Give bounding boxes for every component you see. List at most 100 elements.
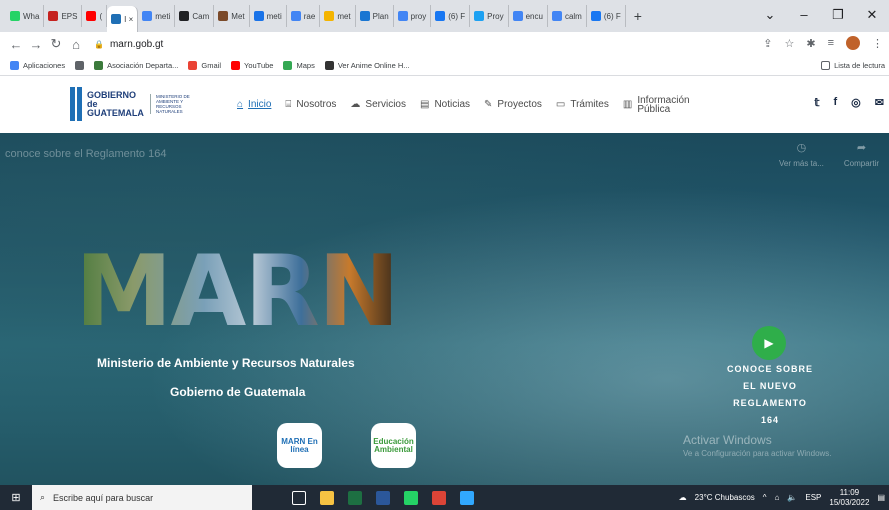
weather-icon[interactable]: ☁	[679, 493, 687, 502]
cta-line: REGLAMENTO	[733, 398, 807, 408]
tab-favicon-icon	[142, 11, 153, 21]
nav-item-trámites[interactable]: ▭ Trámites	[556, 99, 609, 110]
maximize-button[interactable]: ❐	[821, 0, 855, 32]
twitter-icon[interactable]: 𝕥	[814, 96, 819, 109]
bookmark-item[interactable]: YouTube	[231, 61, 273, 70]
watch-later-button[interactable]: ◷ Ver más ta...	[779, 141, 824, 168]
tab-favicon-icon	[359, 11, 370, 21]
browser-tab[interactable]: proy	[394, 5, 432, 27]
site-header: GOBIERNO de GUATEMALA MINISTERIO DE AMBI…	[0, 76, 889, 133]
reglamento-cta[interactable]: CONOCE SOBRE EL NUEVO REGLAMENTO 164	[725, 361, 815, 429]
close-window-button[interactable]: ✕	[855, 0, 889, 32]
share-icon[interactable]: ⇪	[763, 37, 772, 50]
browser-tab[interactable]: calm	[548, 5, 587, 27]
photoshop-icon[interactable]	[460, 490, 474, 505]
tab-label: Proy	[487, 11, 504, 21]
play-button[interactable]: ▶	[752, 326, 786, 360]
minimize-button[interactable]: –	[787, 0, 821, 32]
tray-chevron-icon[interactable]: ^	[763, 493, 767, 502]
star-icon[interactable]: ☆	[784, 37, 794, 50]
word-icon[interactable]	[376, 490, 390, 505]
reload-icon[interactable]: ↻	[46, 36, 66, 52]
bookmark-item[interactable]: Gmail	[188, 61, 221, 70]
back-icon[interactable]: ←	[6, 37, 26, 52]
chrome-icon[interactable]	[432, 490, 446, 505]
browser-tab[interactable]: Met	[214, 5, 250, 27]
browser-tab[interactable]: I ×	[107, 6, 139, 32]
tab-favicon-icon	[48, 11, 59, 21]
reading-list-button[interactable]: Lista de lectura	[821, 61, 885, 70]
browser-tab[interactable]: met	[320, 5, 356, 27]
browser-tab[interactable]: (	[82, 5, 108, 27]
browser-tab[interactable]: rae	[287, 5, 321, 27]
educacion-ambiental-badge[interactable]: Educación Ambiental	[371, 423, 416, 468]
play-icon: ▶	[764, 336, 774, 350]
mail-icon[interactable]: ✉	[875, 96, 884, 109]
nav-icon: ⌂	[237, 99, 244, 110]
window-controls: ⌄ – ❐ ✕	[753, 0, 889, 32]
browser-tab[interactable]: (6) F	[587, 5, 626, 27]
bookmark-icon	[94, 61, 104, 70]
tab-label: met	[337, 11, 351, 21]
weather-text[interactable]: 23°C Chubascos	[695, 493, 755, 502]
cta-line: CONOCE SOBRE	[726, 364, 813, 374]
browser-tab[interactable]: meti	[138, 5, 176, 27]
tab-search-icon[interactable]: ⌄	[753, 0, 787, 32]
tab-favicon-icon	[324, 11, 335, 21]
hero-video[interactable]: conoce sobre el Reglamento 164 ◷ Ver más…	[0, 133, 889, 485]
book-icon: ▥	[622, 99, 633, 110]
menu-icon[interactable]: ⋮	[872, 37, 883, 50]
nav-item-inicio[interactable]: ⌂ Inicio	[237, 99, 271, 110]
tab-favicon-icon	[111, 14, 122, 24]
nav-item-servicios[interactable]: ☁ Servicios	[350, 99, 406, 110]
browser-tab[interactable]: Cam	[175, 5, 215, 27]
share-video-button[interactable]: ➦ Compartir	[844, 141, 879, 168]
profile-avatar[interactable]	[846, 36, 860, 50]
reading-list-icon[interactable]: ≡	[828, 37, 834, 49]
home-icon[interactable]: ⌂	[66, 37, 86, 52]
bookmark-item[interactable]: Maps	[283, 61, 315, 70]
extensions-icon[interactable]: ✱	[806, 37, 815, 50]
task-view-icon[interactable]	[292, 490, 306, 505]
bookmark-label: Maps	[296, 61, 315, 70]
excel-icon[interactable]	[348, 490, 362, 505]
browser-tab[interactable]: EPS	[44, 5, 83, 27]
bookmark-item[interactable]: Aplicaciones	[10, 61, 65, 70]
clock[interactable]: 11:09 15/03/2022	[829, 488, 869, 508]
nav-item-nosotros[interactable]: ⌸ Nosotros	[285, 99, 336, 110]
tab-favicon-icon	[218, 11, 229, 21]
browser-tab[interactable]: meti	[250, 5, 287, 27]
bookmark-item[interactable]: Ver Anime Online H...	[324, 61, 410, 70]
activate-windows-title: Activar Windows	[683, 433, 772, 447]
nav-item-noticias[interactable]: ▤ Noticias	[420, 99, 470, 110]
video-title[interactable]: conoce sobre el Reglamento 164	[5, 148, 166, 160]
nav-icon: ▭	[555, 99, 566, 110]
url-field[interactable]: 🔒 marn.gob.gt	[94, 39, 163, 50]
tab-favicon-icon	[435, 11, 446, 21]
facebook-icon[interactable]: f	[834, 96, 838, 109]
nav-item-proyectos[interactable]: ✎ Proyectos	[484, 99, 542, 110]
marn-en-linea-badge[interactable]: MARN En línea	[277, 423, 322, 468]
address-bar: ← → ↻ ⌂ 🔒 marn.gob.gt ⇪ ☆ ✱ ≡ ⋮	[0, 32, 889, 56]
instagram-icon[interactable]: ◎	[851, 96, 861, 109]
bookmark-item[interactable]: Asociación Departa...	[94, 61, 178, 70]
tab-label: encu	[525, 11, 543, 21]
language-indicator[interactable]: ESP	[805, 493, 821, 502]
notifications-icon[interactable]: ▤	[877, 493, 885, 502]
forward-icon[interactable]: →	[26, 37, 46, 52]
browser-tab[interactable]: Wha	[6, 5, 45, 27]
whatsapp-icon[interactable]	[404, 490, 418, 505]
nav-item-informacion-publica[interactable]: ▥ Información Pública	[622, 95, 690, 114]
browser-tab[interactable]: encu	[509, 5, 548, 27]
network-icon[interactable]: ⌂	[775, 493, 780, 502]
browser-tab[interactable]: (6) F	[431, 5, 471, 27]
new-tab-button[interactable]: +	[634, 8, 642, 24]
taskbar-search[interactable]: ⌕ Escribe aquí para buscar	[32, 485, 252, 510]
file-explorer-icon[interactable]	[320, 490, 334, 505]
browser-tab[interactable]: Plan	[356, 5, 394, 27]
browser-tab[interactable]: Proy	[470, 5, 509, 27]
volume-icon[interactable]: 🔈	[787, 493, 797, 502]
windows-start-icon[interactable]: ⊞	[0, 491, 32, 504]
bookmark-item[interactable]	[75, 61, 85, 70]
government-logo[interactable]: GOBIERNO de GUATEMALA MINISTERIO DE AMBI…	[70, 87, 190, 121]
